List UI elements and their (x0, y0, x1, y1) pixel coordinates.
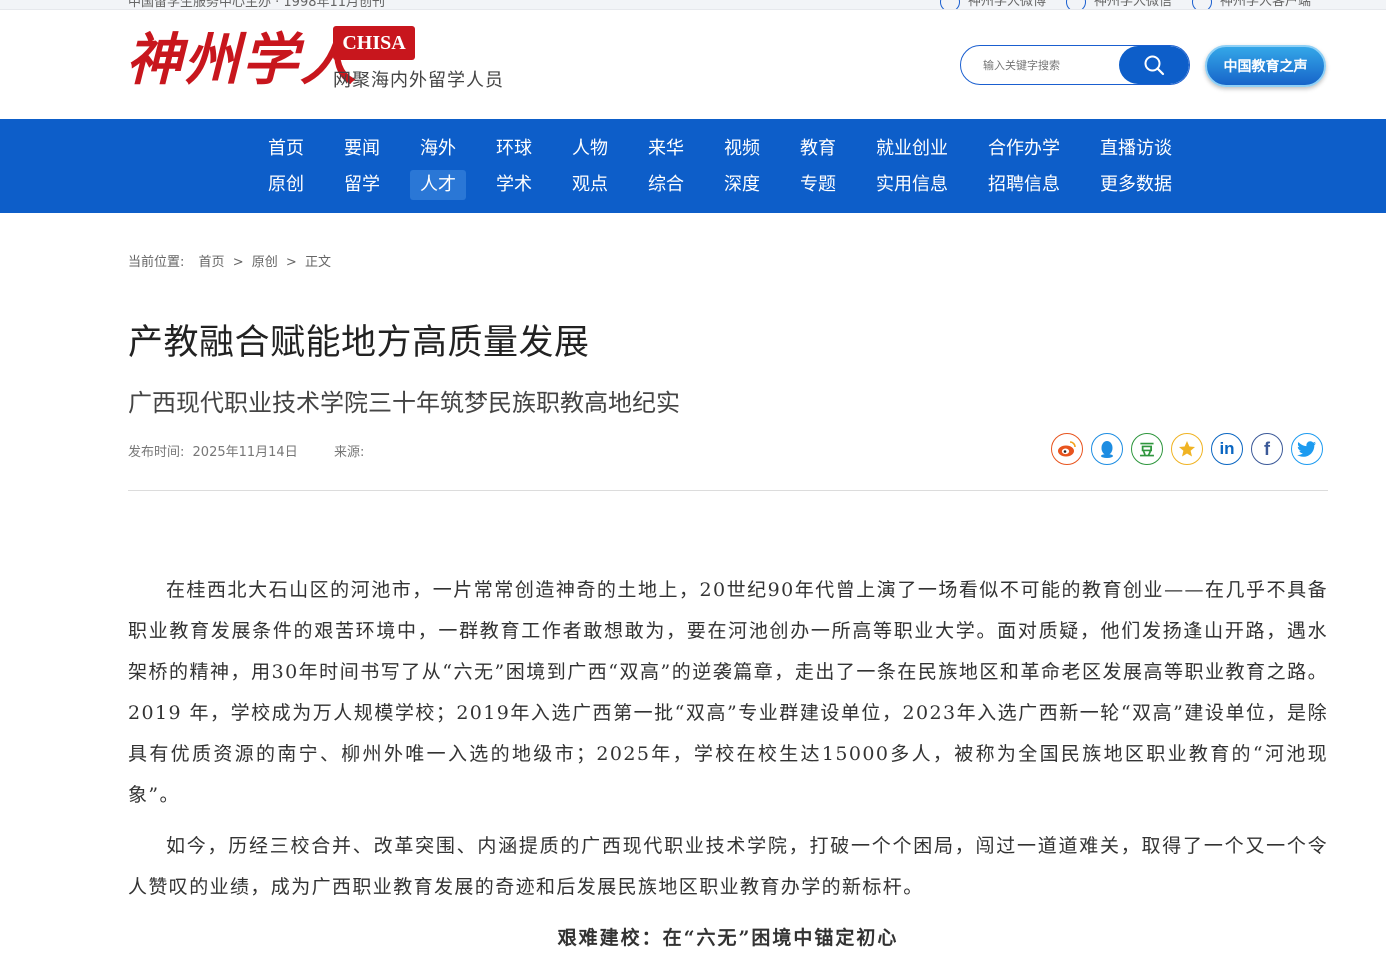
nav-item[interactable]: 人物 (568, 134, 612, 164)
site-logo[interactable]: 神州学人 (126, 24, 358, 96)
search-button[interactable] (1119, 46, 1189, 84)
facebook-icon[interactable]: f (1251, 433, 1283, 465)
breadcrumb-separator: > (232, 255, 244, 270)
app-circle-icon (1192, 0, 1213, 9)
nav-item[interactable]: 留学 (340, 170, 384, 200)
weibo-circle-icon (940, 0, 960, 9)
title-divider (128, 490, 1328, 491)
search-icon (1144, 55, 1165, 76)
nav-item[interactable]: 要闻 (340, 134, 384, 164)
source-label: 来源: (333, 445, 365, 460)
top-strip-links: 神州学人微博 神州学人微信 神州学人客户端 (940, 0, 1311, 9)
article-paragraph: 在桂西北大石山区的河池市，一片常常创造神奇的土地上，20世纪90年代曾上演了一场… (128, 579, 1328, 806)
nav-item[interactable]: 直播访谈 (1096, 134, 1176, 164)
article-meta: 发布时间: 2025年11月14日 来源: (128, 441, 368, 460)
nav-item[interactable]: 深度 (720, 170, 764, 200)
article-title: 产教融合赋能地方高质量发展 (128, 323, 590, 363)
nav-item[interactable]: 海外 (416, 134, 460, 164)
nav-item[interactable]: 综合 (644, 170, 688, 200)
linkedin-icon[interactable]: in (1211, 433, 1243, 465)
twitter-icon[interactable] (1291, 433, 1323, 465)
nav-item[interactable]: 观点 (568, 170, 612, 200)
site-slogan: 网聚海内外留学人员 (333, 70, 504, 91)
weibo-icon[interactable] (1051, 433, 1083, 465)
main-nav: 首页 要闻 海外 环球 人物 来华 视频 教育 就业创业 合作办学 直播访谈 原… (0, 119, 1386, 213)
nav-item-active[interactable]: 人才 (410, 170, 466, 200)
nav-item[interactable]: 教育 (796, 134, 840, 164)
article-paragraph: 如今，历经三校合并、改革突围、内涵提质的广西现代职业技术学院，打破一个个困局，闯… (128, 835, 1328, 898)
breadcrumb-home[interactable]: 首页 (199, 255, 225, 270)
nav-item[interactable]: 专题 (796, 170, 840, 200)
article-subtitle: 广西现代职业技术学院三十年筑梦民族职教高地纪实 (128, 389, 680, 417)
wechat-circle-icon (1066, 0, 1087, 9)
site-header: 神州学人 CHISA 网聚海内外留学人员 中国教育之声 (0, 10, 1386, 119)
top-link-weibo[interactable]: 神州学人微博 (940, 0, 1046, 9)
chisa-badge: CHISA (333, 26, 415, 60)
qq-icon[interactable] (1091, 433, 1123, 465)
china-education-voice-button[interactable]: 中国教育之声 (1205, 45, 1326, 87)
search-box (960, 45, 1190, 85)
publish-label: 发布时间: (128, 445, 185, 460)
search-input[interactable] (961, 46, 1121, 84)
breadcrumb-label: 当前位置: (128, 255, 185, 270)
breadcrumb-separator: > (285, 255, 297, 270)
nav-item[interactable]: 来华 (644, 134, 688, 164)
nav-item[interactable]: 实用信息 (872, 170, 952, 200)
breadcrumb: 当前位置: 首页 > 原创 > 正文 (128, 251, 335, 270)
nav-item[interactable]: 原创 (264, 170, 308, 200)
douban-icon[interactable]: 豆 (1131, 433, 1163, 465)
nav-item[interactable]: 更多数据 (1096, 170, 1176, 200)
section-heading: 艰难建校：在“六无”困境中锚定初心 (557, 927, 899, 949)
nav-item[interactable]: 招聘信息 (984, 170, 1064, 200)
publish-date: 2025年11月14日 (192, 445, 298, 460)
top-link-app[interactable]: 神州学人客户端 (1192, 0, 1311, 9)
nav-item[interactable]: 环球 (492, 134, 536, 164)
top-link-wechat[interactable]: 神州学人微信 (1066, 0, 1172, 9)
nav-item[interactable]: 首页 (264, 134, 308, 164)
breadcrumb-original[interactable]: 原创 (252, 255, 278, 270)
nav-item[interactable]: 就业创业 (872, 134, 952, 164)
article-body: 在桂西北大石山区的河池市，一片常常创造神奇的土地上，20世纪90年代曾上演了一场… (128, 570, 1328, 959)
nav-item[interactable]: 视频 (720, 134, 764, 164)
top-strip: 中国留学生服务中心主办 · 1998年11月创刊 神州学人微博 神州学人微信 神… (0, 0, 1386, 10)
share-bar: 豆 in f (1051, 433, 1323, 465)
breadcrumb-current: 正文 (304, 255, 331, 270)
top-strip-text: 中国留学生服务中心主办 · 1998年11月创刊 (128, 0, 386, 10)
nav-item[interactable]: 学术 (492, 170, 536, 200)
qzone-icon[interactable] (1171, 433, 1203, 465)
nav-item[interactable]: 合作办学 (984, 134, 1064, 164)
